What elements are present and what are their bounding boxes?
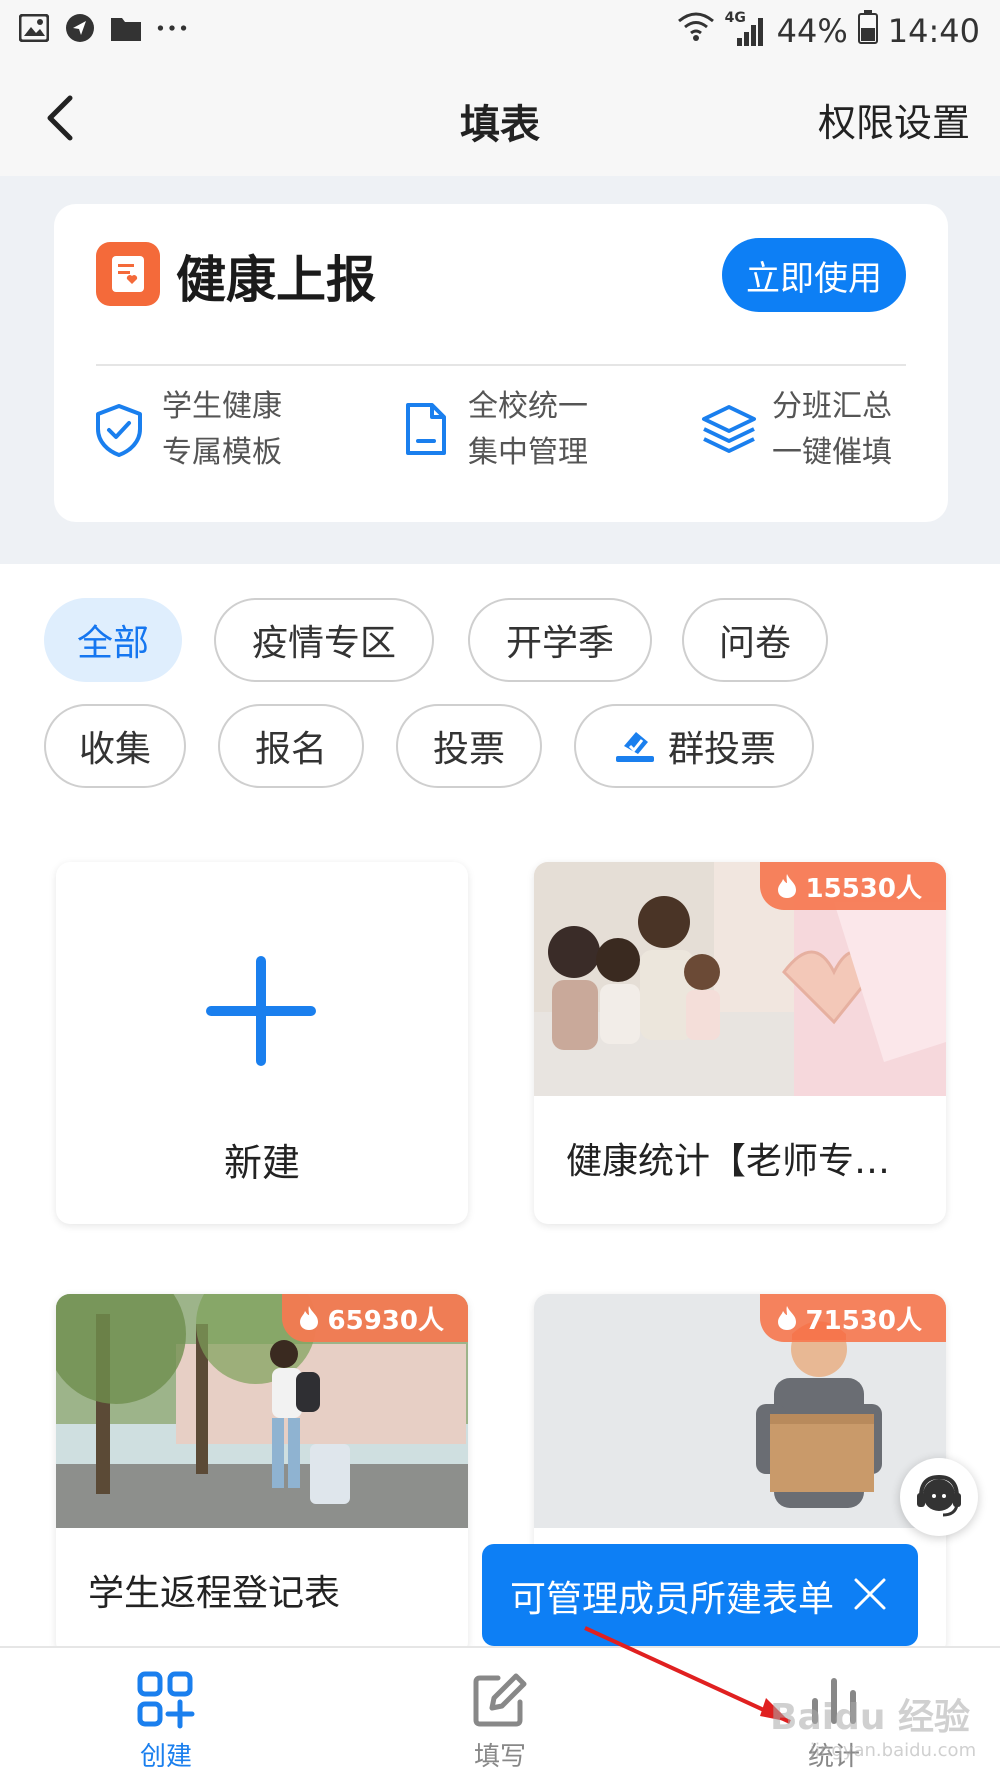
feature-item: 学生健康 专属模板	[90, 384, 282, 476]
feature-item: 全校统一 集中管理	[396, 384, 588, 476]
close-icon	[854, 1578, 886, 1610]
location-icon	[64, 12, 96, 44]
health-report-logo-icon	[96, 242, 160, 306]
shield-check-icon	[96, 404, 142, 457]
battery-percent: 44%	[776, 12, 848, 50]
use-now-button[interactable]: 立即使用	[722, 238, 906, 312]
category-chip-collect[interactable]: 收集	[44, 704, 186, 788]
delivery-photo: 71530人	[534, 1294, 946, 1528]
app-header: 填表 权限设置	[0, 62, 1000, 176]
new-form-label: 新建	[223, 1141, 300, 1185]
category-chip-signup[interactable]: 报名	[218, 704, 364, 788]
status-bar: 4G 44% 14:40	[0, 0, 1000, 62]
feature-item: 分班汇总 一键催填	[700, 384, 892, 476]
health-report-title: 健康上报	[176, 251, 376, 309]
hot-badge: 65930人	[281, 1294, 468, 1342]
tooltip-manage-forms: 可管理成员所建表单	[482, 1544, 918, 1666]
customer-service-button[interactable]	[900, 1458, 978, 1536]
nav-item-create[interactable]: 创建	[66, 1668, 266, 1773]
category-chip-school-season[interactable]: 开学季	[468, 598, 652, 682]
tooltip-close-button[interactable]	[850, 1574, 890, 1614]
nav-item-fill[interactable]: 填写	[400, 1668, 600, 1773]
hot-count: 65930人	[327, 1305, 444, 1336]
feature-line: 分班汇总	[772, 389, 892, 424]
feature-line: 全校统一	[468, 389, 588, 424]
template-name: 健康统计【老师专…	[566, 1141, 891, 1182]
feature-line: 一键催填	[772, 435, 892, 470]
document-icon	[406, 403, 446, 455]
feature-line: 学生健康	[162, 389, 282, 424]
nav-label: 创建	[139, 1742, 192, 1772]
image-icon	[18, 12, 50, 44]
battery-icon	[857, 10, 878, 52]
fire-icon	[299, 1306, 318, 1330]
hot-count: 71530人	[805, 1305, 922, 1336]
chevron-left-icon	[47, 95, 73, 141]
clock: 14:40	[887, 12, 980, 50]
feature-line: 专属模板	[162, 435, 282, 470]
wifi-icon	[677, 11, 715, 51]
banner-area: 健康上报 立即使用 学生健康 专属模板 全校统一 集中管理 分班汇总 一键催填	[0, 176, 1000, 564]
student-photo: 65930人	[56, 1294, 468, 1528]
cell-signal-icon: 4G	[725, 10, 767, 48]
new-form-card[interactable]: 新建	[56, 862, 468, 1224]
ballot-box-icon	[615, 732, 654, 762]
tooltip-text: 可管理成员所建表单	[510, 1579, 835, 1620]
category-chip-survey[interactable]: 问卷	[682, 598, 828, 682]
category-chip-epidemic[interactable]: 疫情专区	[214, 598, 434, 682]
health-report-card[interactable]: 健康上报 立即使用 学生健康 专属模板 全校统一 集中管理 分班汇总 一键催填	[54, 204, 948, 522]
headset-icon	[917, 1474, 961, 1517]
template-card[interactable]: 15530人 健康统计【老师专…	[534, 862, 946, 1224]
family-photo: 15530人	[534, 862, 946, 1096]
category-chip-vote[interactable]: 投票	[396, 704, 542, 788]
hot-count: 15530人	[805, 873, 922, 904]
category-chip-group-vote[interactable]: 群投票	[574, 704, 814, 788]
template-card[interactable]: 65930人 学生返程登记表	[56, 1294, 468, 1656]
nav-label: 填写	[473, 1742, 526, 1772]
back-button[interactable]	[36, 90, 92, 146]
fire-icon	[777, 1306, 796, 1330]
hot-badge: 71530人	[759, 1294, 946, 1342]
watermark: Baidu 经验	[770, 1697, 971, 1738]
more-dots-icon	[156, 12, 188, 44]
chip-label: 群投票	[667, 729, 776, 770]
folder-icon	[110, 12, 142, 44]
hot-badge: 15530人	[759, 862, 946, 910]
feature-line: 集中管理	[468, 435, 588, 470]
fire-icon	[777, 874, 796, 898]
plus-icon	[206, 956, 316, 1066]
template-name: 学生返程登记表	[88, 1573, 341, 1614]
permission-settings-button[interactable]: 权限设置	[818, 92, 970, 147]
category-chip-all[interactable]: 全部	[44, 598, 182, 682]
edit-icon	[473, 1673, 527, 1727]
grid-plus-icon	[137, 1671, 195, 1729]
layers-icon	[702, 405, 756, 453]
watermark-url: jingyan.baidu.com	[810, 1740, 977, 1761]
divider	[96, 364, 906, 366]
